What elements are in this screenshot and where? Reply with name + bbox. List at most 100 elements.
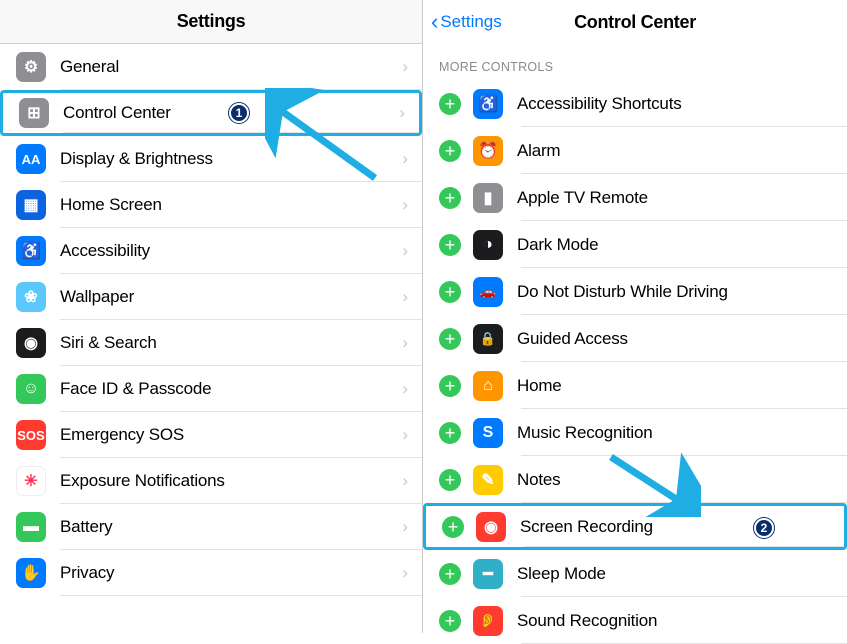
control-center-icon: ⊞ — [19, 98, 49, 128]
wallpaper-icon: ❀ — [16, 282, 46, 312]
row-label: Face ID & Passcode — [60, 379, 402, 399]
annotation-badge-1: 1 — [229, 103, 249, 123]
add-button[interactable] — [439, 328, 461, 350]
faceid-icon: ☺ — [16, 374, 46, 404]
control-row-home: ⌂Home — [423, 362, 847, 409]
add-button[interactable] — [439, 469, 461, 491]
control-center-pane: ‹ Settings Control Center More Controls … — [423, 0, 847, 633]
settings-row-exposure-notifications[interactable]: ✳Exposure Notifications› — [0, 458, 422, 504]
control-row-music-recognition: S Music Recognition — [423, 409, 847, 456]
add-button[interactable] — [439, 93, 461, 115]
control-row-screen-recording: ◉Screen Recording2 — [423, 503, 847, 550]
more-controls-section-header: More Controls — [423, 44, 847, 80]
chevron-right-icon: › — [402, 333, 408, 353]
control-center-title: Control Center — [574, 12, 696, 33]
accessibility-icon: ♿ — [16, 236, 46, 266]
control-row-notes: ✎ Notes — [423, 456, 847, 503]
settings-row-emergency-sos[interactable]: SOSEmergency SOS› — [0, 412, 422, 458]
add-button[interactable] — [439, 563, 461, 585]
control-row-accessibility-shortcuts: ♿ Accessibility Shortcuts — [423, 80, 847, 127]
row-label: Music Recognition — [517, 423, 847, 443]
guided-access-icon: 🔒 — [473, 324, 503, 354]
add-button[interactable] — [439, 281, 461, 303]
chevron-right-icon: › — [402, 563, 408, 583]
sleep-icon: ━ — [473, 559, 503, 589]
row-label: Home Screen — [60, 195, 402, 215]
chevron-right-icon: › — [402, 517, 408, 537]
siri-icon: ◉ — [16, 328, 46, 358]
settings-row-wallpaper[interactable]: ❀ Wallpaper› — [0, 274, 422, 320]
control-row-sleep-mode: ━ Sleep Mode — [423, 550, 847, 597]
settings-row-face-id-passcode[interactable]: ☺ Face ID & Passcode› — [0, 366, 422, 412]
exposure-icon: ✳ — [16, 466, 46, 496]
settings-list: ⚙General›⊞Control Center1›AADisplay & Br… — [0, 44, 422, 596]
dark-mode-icon: ◑ — [473, 230, 503, 260]
row-label: Notes — [517, 470, 847, 490]
chevron-right-icon: › — [402, 471, 408, 491]
row-label: Screen Recording — [520, 517, 844, 537]
settings-pane: Settings ⚙General›⊞Control Center1›AADis… — [0, 0, 423, 633]
row-label: Apple TV Remote — [517, 188, 847, 208]
settings-row-privacy[interactable]: ✋ Privacy› — [0, 550, 422, 596]
settings-row-display-brightness[interactable]: AA Display & Brightness› — [0, 136, 422, 182]
add-button[interactable] — [439, 234, 461, 256]
settings-row-home-screen[interactable]: ▦Home Screen› — [0, 182, 422, 228]
privacy-icon: ✋ — [16, 558, 46, 588]
settings-row-battery[interactable]: ▬ Battery› — [0, 504, 422, 550]
annotation-badge-2: 2 — [754, 518, 774, 538]
sound-recognition-icon: 👂 — [473, 606, 503, 636]
back-label: Settings — [440, 12, 501, 32]
row-label: Sound Recognition — [517, 611, 847, 631]
row-label: Sleep Mode — [517, 564, 847, 584]
notes-icon: ✎ — [473, 465, 503, 495]
chevron-right-icon: › — [402, 57, 408, 77]
add-button[interactable] — [439, 375, 461, 397]
row-label: General — [60, 57, 402, 77]
add-button[interactable] — [442, 516, 464, 538]
add-button[interactable] — [439, 187, 461, 209]
row-label: Emergency SOS — [60, 425, 402, 445]
row-label: Do Not Disturb While Driving — [517, 282, 847, 302]
row-label: Home — [517, 376, 847, 396]
chevron-right-icon: › — [399, 103, 405, 123]
shazam-icon: S — [473, 418, 503, 448]
settings-row-accessibility[interactable]: ♿ Accessibility› — [0, 228, 422, 274]
row-label: Battery — [60, 517, 402, 537]
controls-list: ♿ Accessibility Shortcuts ⏰ Alarm ▮ Apple TV … — [423, 80, 847, 644]
dnd-driving-icon: 🚗 — [473, 277, 503, 307]
alarm-icon: ⏰ — [473, 136, 503, 166]
tv-remote-icon: ▮ — [473, 183, 503, 213]
row-label: Wallpaper — [60, 287, 402, 307]
settings-title: Settings — [177, 11, 246, 32]
control-row-apple-tv-remote: ▮ Apple TV Remote — [423, 174, 847, 221]
row-label: Alarm — [517, 141, 847, 161]
chevron-left-icon: ‹ — [431, 11, 438, 33]
chevron-right-icon: › — [402, 195, 408, 215]
display-icon: AA — [16, 144, 46, 174]
settings-row-siri-search[interactable]: ◉Siri & Search› — [0, 320, 422, 366]
chevron-right-icon: › — [402, 425, 408, 445]
add-button[interactable] — [439, 610, 461, 632]
add-button[interactable] — [439, 140, 461, 162]
chevron-right-icon: › — [402, 149, 408, 169]
battery-icon: ▬ — [16, 512, 46, 542]
row-label: Display & Brightness — [60, 149, 402, 169]
control-row-do-not-disturb-while-driving: 🚗 Do Not Disturb While Driving — [423, 268, 847, 315]
add-button[interactable] — [439, 422, 461, 444]
control-center-header: ‹ Settings Control Center — [423, 0, 847, 44]
control-row-guided-access: 🔒 Guided Access — [423, 315, 847, 362]
settings-row-control-center[interactable]: ⊞Control Center1› — [0, 90, 422, 136]
row-label: Accessibility Shortcuts — [517, 94, 847, 114]
accessibility-icon: ♿ — [473, 89, 503, 119]
control-row-sound-recognition: 👂 Sound Recognition — [423, 597, 847, 644]
row-label: Accessibility — [60, 241, 402, 261]
chevron-right-icon: › — [402, 241, 408, 261]
chevron-right-icon: › — [402, 379, 408, 399]
settings-row-general[interactable]: ⚙General› — [0, 44, 422, 90]
row-label: Dark Mode — [517, 235, 847, 255]
settings-header: Settings — [0, 0, 422, 44]
chevron-right-icon: › — [402, 287, 408, 307]
row-label: Privacy — [60, 563, 402, 583]
row-label: Guided Access — [517, 329, 847, 349]
back-button[interactable]: ‹ Settings — [431, 0, 502, 44]
